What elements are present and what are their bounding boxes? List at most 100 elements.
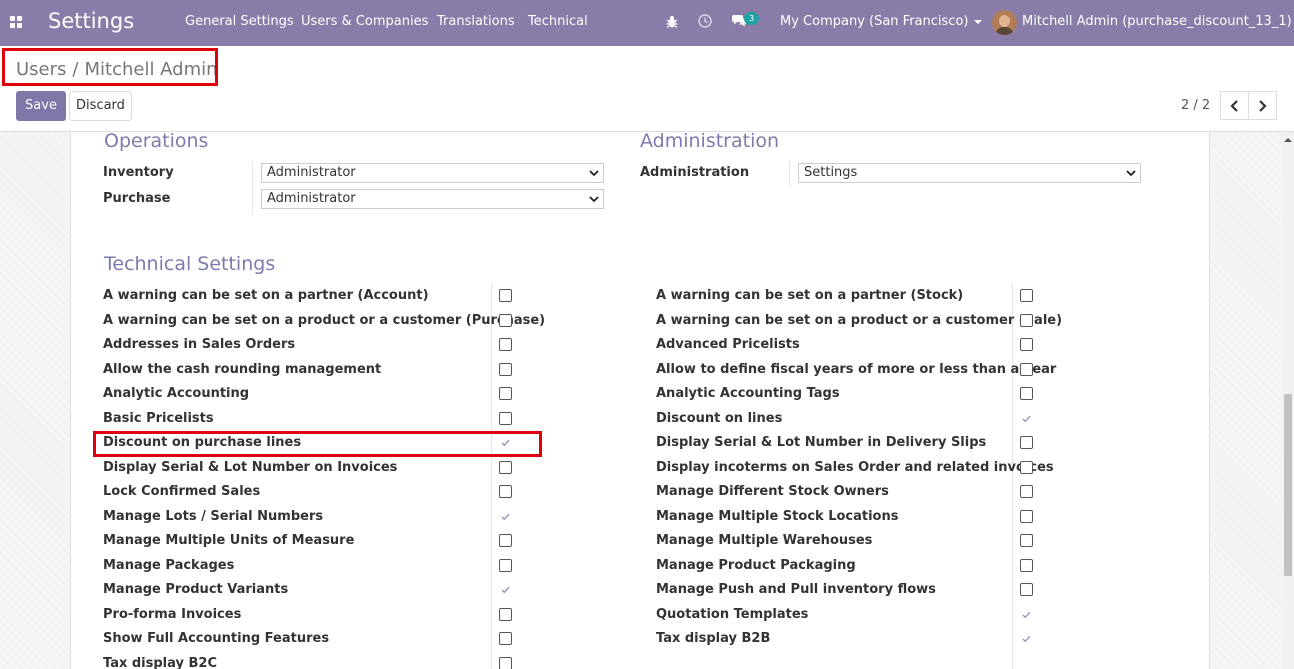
scrollbar-thumb[interactable]: [1284, 394, 1292, 576]
setting-checkbox-checked[interactable]: [1020, 632, 1033, 645]
setting-label: Manage Lots / Serial Numbers: [103, 508, 324, 524]
menu-users-companies[interactable]: Users & Companies: [301, 14, 428, 29]
setting-checkbox[interactable]: [499, 656, 512, 669]
field-label-administration: Administration: [640, 165, 750, 180]
setting-label: A warning can be set on a partner (Accou…: [103, 288, 429, 303]
setting-label: Tax display B2C: [103, 655, 218, 669]
setting-checkbox-checked[interactable]: [499, 583, 512, 596]
setting-label: Manage Multiple Stock Locations: [656, 508, 899, 524]
menu-technical[interactable]: Technical: [528, 14, 588, 29]
menu-general-settings[interactable]: General Settings: [185, 14, 294, 29]
setting-label: Discount on purchase lines: [103, 435, 302, 450]
field-divider: [252, 162, 253, 214]
setting-label: Show Full Accounting Features: [103, 631, 330, 646]
setting-label: Pro-forma Invoices: [103, 606, 242, 622]
setting-checkbox[interactable]: [499, 338, 512, 351]
messages-count-badge: 3: [744, 12, 759, 25]
setting-checkbox[interactable]: [499, 313, 512, 327]
setting-label: Quotation Templates: [656, 606, 809, 622]
setting-checkbox[interactable]: [1020, 460, 1033, 474]
setting-label: Manage Packages: [103, 557, 235, 573]
breadcrumb-current: Mitchell Admin: [84, 59, 218, 80]
setting-checkbox[interactable]: [1020, 509, 1033, 523]
setting-checkbox[interactable]: [1020, 313, 1033, 327]
scroll-up-arrow-icon[interactable]: [1284, 138, 1292, 142]
setting-checkbox-checked[interactable]: [1020, 608, 1033, 621]
setting-label: Manage Multiple Units of Measure: [103, 533, 355, 548]
setting-checkbox[interactable]: [499, 387, 512, 400]
setting-checkbox-checked[interactable]: [1020, 412, 1033, 425]
setting-checkbox[interactable]: [1020, 338, 1033, 351]
setting-checkbox[interactable]: [1020, 485, 1033, 498]
pager-previous-button[interactable]: [1220, 91, 1249, 120]
setting-label: Analytic Accounting: [103, 386, 250, 401]
setting-label: Basic Pricelists: [103, 410, 214, 426]
chevron-left-icon: [1230, 100, 1238, 112]
section-title-technical-settings: Technical Settings: [104, 253, 276, 275]
form-view-background: Operations Inventory Purchase Administra…: [0, 130, 1281, 669]
setting-checkbox[interactable]: [499, 460, 512, 474]
setting-label: Manage Product Packaging: [656, 557, 856, 573]
discard-button[interactable]: Discard: [69, 91, 132, 121]
setting-checkbox[interactable]: [499, 411, 512, 425]
setting-checkbox[interactable]: [499, 362, 512, 376]
pager-value: 2 / 2: [1181, 98, 1211, 113]
administration-select[interactable]: Settings: [798, 163, 1141, 183]
setting-checkbox[interactable]: [1020, 387, 1033, 400]
field-divider: [789, 162, 790, 186]
control-panel: Users / Mitchell Admin Save Discard 2 / 2: [0, 46, 1294, 132]
pager-next-button[interactable]: [1248, 91, 1277, 120]
setting-label: Addresses in Sales Orders: [103, 337, 296, 352]
setting-label: Manage Product Variants: [103, 582, 289, 597]
save-button[interactable]: Save: [16, 91, 66, 121]
breadcrumb: Users / Mitchell Admin: [16, 59, 218, 80]
setting-label: Display Serial & Lot Number on Invoices: [103, 459, 398, 475]
setting-label: Lock Confirmed Sales: [103, 484, 261, 499]
setting-checkbox[interactable]: [499, 289, 512, 302]
section-title-operations: Operations: [104, 130, 209, 152]
setting-label: A warning can be set on a product or a c…: [103, 312, 546, 328]
setting-checkbox[interactable]: [1020, 362, 1033, 376]
chevron-down-icon: [589, 196, 599, 203]
setting-checkbox[interactable]: [499, 558, 512, 572]
setting-checkbox[interactable]: [1020, 289, 1033, 302]
clock-icon[interactable]: [698, 14, 712, 32]
setting-checkbox[interactable]: [499, 632, 512, 645]
breadcrumb-separator: /: [72, 59, 79, 80]
setting-checkbox-checked[interactable]: [499, 510, 512, 523]
setting-label: Manage Multiple Warehouses: [656, 533, 873, 548]
setting-label: Allow the cash rounding management: [103, 361, 382, 377]
top-navbar: Settings General Settings Users & Compan…: [0, 0, 1294, 46]
breadcrumb-users-link[interactable]: Users: [16, 59, 66, 80]
setting-checkbox[interactable]: [499, 534, 512, 547]
inventory-select[interactable]: Administrator: [261, 163, 604, 183]
company-switcher[interactable]: My Company (San Francisco): [780, 14, 983, 29]
setting-label: Manage Different Stock Owners: [656, 484, 889, 499]
user-name: Mitchell Admin (purchase_discount_13_1): [1022, 14, 1292, 29]
purchase-select[interactable]: Administrator: [261, 189, 604, 209]
setting-checkbox-checked[interactable]: [499, 436, 512, 449]
field-label-inventory: Inventory: [103, 165, 174, 180]
setting-checkbox[interactable]: [499, 485, 512, 498]
menu-translations[interactable]: Translations: [437, 14, 515, 29]
vertical-scrollbar[interactable]: [1281, 132, 1294, 669]
setting-label: Tax display B2B: [656, 631, 771, 646]
column-divider-left: [491, 284, 492, 669]
setting-checkbox[interactable]: [1020, 583, 1033, 596]
user-menu[interactable]: Mitchell Admin (purchase_discount_13_1): [1022, 14, 1294, 29]
administration-select-value: Settings: [804, 165, 858, 180]
bug-icon[interactable]: [666, 15, 678, 32]
setting-checkbox[interactable]: [1020, 534, 1033, 547]
setting-checkbox[interactable]: [1020, 558, 1033, 572]
avatar[interactable]: [992, 10, 1017, 35]
setting-label: Advanced Pricelists: [656, 337, 800, 352]
chevron-right-icon: [1259, 100, 1267, 112]
setting-checkbox[interactable]: [1020, 436, 1033, 449]
setting-label: Allow to define fiscal years of more or …: [656, 361, 1057, 377]
setting-label: Display incoterms on Sales Order and rel…: [656, 459, 1054, 475]
purchase-select-value: Administrator: [267, 191, 356, 206]
chevron-down-icon: [589, 170, 599, 177]
form-sheet: Operations Inventory Purchase Administra…: [70, 130, 1210, 669]
setting-checkbox[interactable]: [499, 607, 512, 621]
apps-grid-icon[interactable]: [10, 16, 23, 29]
